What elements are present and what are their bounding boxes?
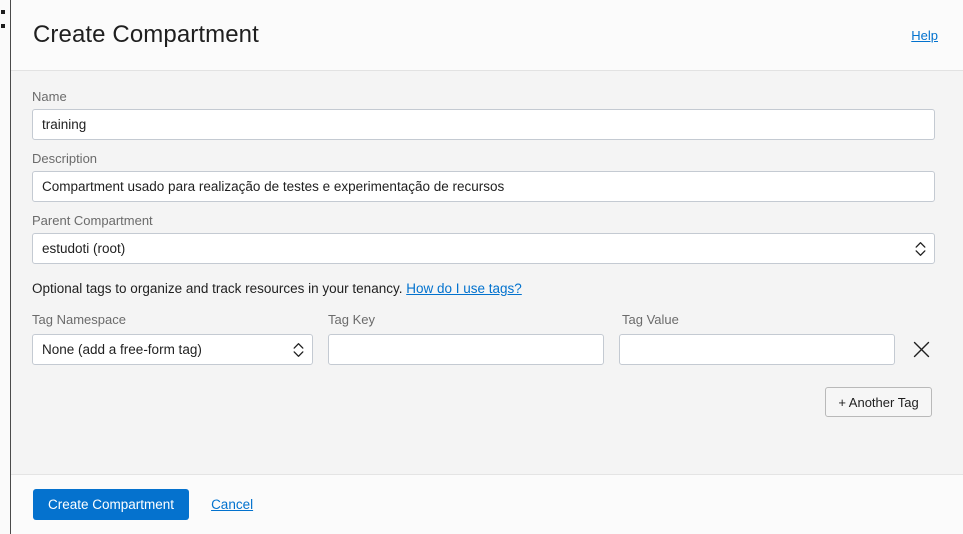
tag-column-headers: Tag Namespace Tag Key Tag Value	[32, 311, 935, 329]
tag-key-label: Tag Key	[328, 312, 375, 327]
tag-namespace-cell: None (add a free-form tag)	[32, 334, 313, 365]
description-label: Description	[32, 151, 98, 166]
tag-row: None (add a free-form tag)	[32, 334, 935, 365]
page-title: Create Compartment	[33, 21, 259, 48]
description-input[interactable]	[32, 171, 935, 202]
tag-key-cell	[328, 334, 605, 365]
dialog-footer: Create Compartment Cancel	[11, 474, 963, 534]
tag-key-header: Tag Key	[328, 311, 622, 329]
dialog-header: Create Compartment Help	[11, 0, 963, 71]
parent-compartment-selected-value: estudoti (root)	[42, 241, 126, 256]
backdrop-marker-icon	[1, 10, 5, 14]
close-icon	[913, 341, 929, 358]
name-input[interactable]	[32, 109, 935, 140]
tag-value-cell	[619, 334, 896, 365]
description-field-group: Description	[32, 151, 935, 202]
parent-compartment-select-wrap: estudoti (root)	[32, 233, 935, 264]
name-field-group: Name	[32, 89, 935, 140]
cancel-link[interactable]: Cancel	[211, 497, 253, 512]
tag-namespace-selected-value: None (add a free-form tag)	[42, 342, 202, 357]
name-label: Name	[32, 89, 67, 104]
parent-compartment-field-group: Parent Compartment estudoti (root)	[32, 213, 935, 264]
another-tag-row: + Another Tag	[32, 387, 935, 417]
tag-namespace-select[interactable]: None (add a free-form tag)	[32, 334, 313, 365]
remove-tag-button[interactable]	[907, 336, 935, 364]
tag-namespace-select-wrap: None (add a free-form tag)	[32, 334, 313, 365]
tag-key-input[interactable]	[328, 334, 605, 365]
tag-value-input[interactable]	[619, 334, 896, 365]
page-root: Create Compartment Help Name Description…	[0, 0, 963, 534]
tags-hint: Optional tags to organize and track reso…	[32, 281, 935, 297]
how-do-i-use-tags-link[interactable]: How do I use tags?	[406, 281, 522, 296]
help-link[interactable]: Help	[911, 28, 938, 43]
parent-compartment-label: Parent Compartment	[32, 213, 153, 228]
backdrop-marker-icon	[1, 24, 5, 28]
tag-namespace-label: Tag Namespace	[32, 312, 126, 327]
create-compartment-dialog: Create Compartment Help Name Description…	[11, 0, 963, 534]
dialog-body: Name Description Parent Compartment estu…	[11, 71, 963, 474]
page-backdrop-strip	[0, 0, 11, 534]
add-another-tag-button[interactable]: + Another Tag	[825, 387, 932, 417]
tag-namespace-header: Tag Namespace	[32, 311, 328, 329]
tag-value-label: Tag Value	[622, 312, 679, 327]
parent-compartment-select[interactable]: estudoti (root)	[32, 233, 935, 264]
create-compartment-button[interactable]: Create Compartment	[33, 489, 190, 520]
tag-value-header: Tag Value	[622, 311, 905, 329]
tags-hint-text: Optional tags to organize and track reso…	[32, 281, 403, 296]
